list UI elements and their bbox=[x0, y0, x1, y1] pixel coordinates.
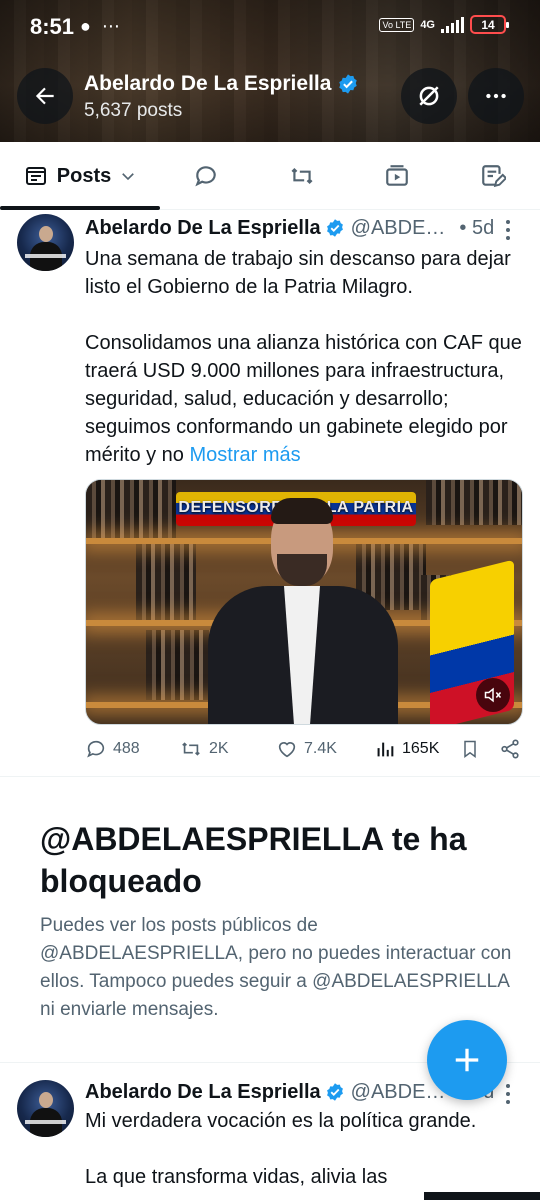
views-count: 165K bbox=[402, 740, 440, 757]
views-chart-icon bbox=[377, 742, 394, 757]
more-vertical-icon[interactable] bbox=[502, 1083, 514, 1105]
heart-icon bbox=[278, 742, 296, 758]
reply-icon bbox=[87, 740, 105, 758]
notification-icons: ● ⋯ bbox=[80, 16, 123, 36]
bookmark-icon bbox=[464, 740, 476, 758]
profile-title: Abelardo De La Espriella 5,637 posts bbox=[84, 72, 359, 122]
tweet-handle[interactable]: @ABDE… bbox=[351, 1081, 446, 1104]
status-right: Vo LTE 4G 14 bbox=[379, 15, 509, 34]
status-bar: 8:51 ● ⋯ Vo LTE 4G 14 bbox=[0, 0, 540, 52]
repost-icon bbox=[291, 167, 313, 185]
share-icon bbox=[501, 739, 519, 759]
bookshelf bbox=[86, 480, 176, 540]
grok-button[interactable] bbox=[401, 68, 457, 124]
tab-posts[interactable]: Posts bbox=[0, 142, 160, 210]
grok-icon bbox=[419, 86, 439, 106]
repost-button[interactable]: 2K bbox=[179, 738, 229, 760]
reply-button[interactable]: 488 bbox=[85, 738, 140, 760]
show-more-link[interactable]: Mostrar más bbox=[189, 444, 300, 466]
more-vertical-icon[interactable] bbox=[502, 219, 514, 241]
tweet-body: Mi verdadera vocación es la política gra… bbox=[85, 1110, 477, 1188]
blocked-description: Puedes ver los posts públicos de @ABDELA… bbox=[40, 915, 512, 1020]
tweet-author-name[interactable]: Abelardo De La Espriella bbox=[85, 217, 321, 240]
tweet[interactable]: Abelardo De La Espriella @ABDE… • 5d Una… bbox=[0, 211, 540, 777]
profile-topbar: Abelardo De La Espriella 5,637 posts bbox=[0, 68, 540, 126]
tab-articles[interactable] bbox=[463, 142, 523, 210]
verified-badge-icon bbox=[326, 219, 343, 237]
repost-count: 2K bbox=[209, 740, 229, 757]
tab-media[interactable] bbox=[367, 142, 427, 210]
compose-post-button[interactable] bbox=[427, 1020, 507, 1100]
arrow-left-icon bbox=[35, 87, 54, 105]
chevron-down-icon bbox=[122, 173, 135, 181]
volte-icon: Vo LTE bbox=[379, 17, 415, 32]
plus-icon bbox=[455, 1048, 479, 1072]
tweet-header: Abelardo De La Espriella @ABDE… • 5d bbox=[85, 215, 525, 241]
reply-bubble-icon bbox=[195, 166, 216, 187]
like-count: 7.4K bbox=[304, 740, 337, 757]
network-label: 4G bbox=[420, 18, 435, 31]
tweet-text: Una semana de trabajo sin descanso para … bbox=[85, 245, 525, 469]
avatar[interactable] bbox=[17, 214, 74, 271]
like-button[interactable]: 7.4K bbox=[276, 738, 337, 760]
share-button[interactable] bbox=[499, 738, 521, 760]
views-button[interactable]: 165K bbox=[374, 738, 439, 760]
back-button[interactable] bbox=[17, 68, 73, 124]
verified-badge-icon bbox=[339, 74, 358, 94]
more-options-button[interactable] bbox=[468, 68, 524, 124]
signal-icon bbox=[441, 16, 464, 33]
tweet-author-name[interactable]: Abelardo De La Espriella bbox=[85, 1081, 321, 1104]
system-nav-handle bbox=[424, 1192, 540, 1200]
avatar[interactable] bbox=[17, 1080, 74, 1137]
article-edit-icon bbox=[482, 165, 506, 188]
posts-feed-icon bbox=[25, 167, 46, 185]
tweet-time[interactable]: • 5d bbox=[459, 217, 494, 240]
status-time: 8:51 bbox=[30, 14, 75, 39]
more-horizontal-icon bbox=[486, 93, 506, 99]
tab-replies[interactable] bbox=[176, 142, 236, 210]
blocked-notice: @ABDELAESPRIELLA te ha bloqueado Puedes … bbox=[40, 818, 520, 1024]
profile-name: Abelardo De La Espriella bbox=[84, 72, 332, 95]
reply-count: 488 bbox=[113, 740, 140, 757]
posts-count: 5,637 posts bbox=[84, 100, 183, 121]
mute-button[interactable] bbox=[476, 678, 510, 712]
video-tab-icon bbox=[386, 165, 408, 186]
volume-off-icon bbox=[484, 687, 502, 703]
blocked-title: @ABDELAESPRIELLA te ha bloqueado bbox=[40, 821, 467, 899]
tab-reposts[interactable] bbox=[272, 142, 332, 210]
bookmark-button[interactable] bbox=[460, 738, 480, 760]
repost-icon bbox=[182, 742, 200, 756]
profile-tabs: Posts bbox=[0, 142, 540, 210]
tweet-body: Una semana de trabajo sin descanso para … bbox=[85, 248, 522, 466]
verified-badge-icon bbox=[326, 1083, 343, 1101]
tab-posts-label: Posts bbox=[56, 164, 112, 187]
tweet-handle[interactable]: @ABDE… bbox=[351, 217, 446, 240]
speaker-figure bbox=[208, 498, 398, 724]
tweet-video[interactable]: DEFENSORES DE LA PATRIA bbox=[85, 479, 523, 725]
tweet-actions: 488 2K 7.4K 165K bbox=[85, 738, 525, 766]
battery-icon: 14 bbox=[470, 15, 509, 34]
